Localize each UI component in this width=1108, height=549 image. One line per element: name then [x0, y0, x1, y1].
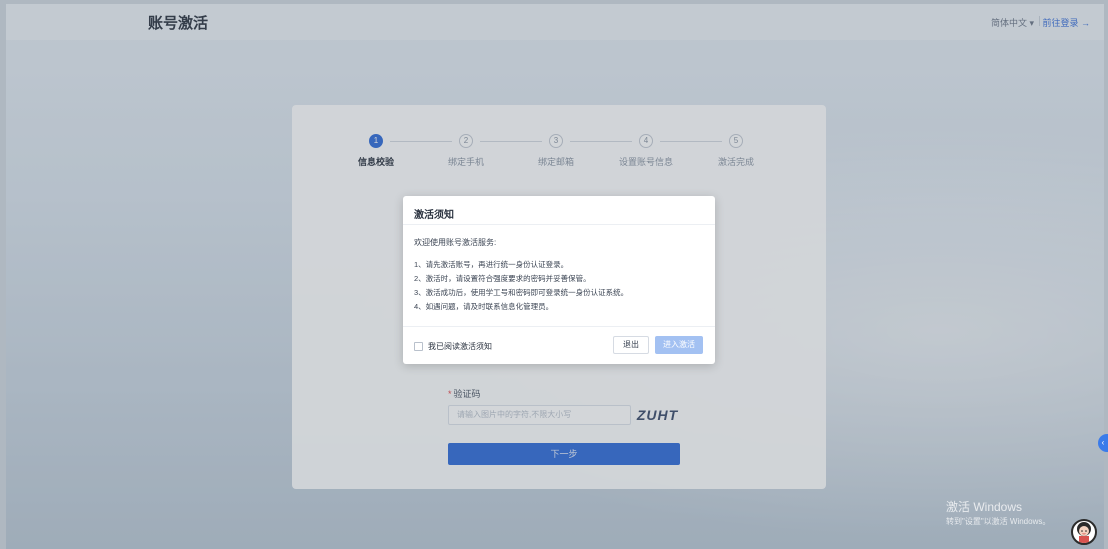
list-item: 3、激活成功后，使用学工号和密码即可登录统一身份认证系统。 — [414, 288, 629, 297]
enter-activation-button[interactable]: 进入激活 — [655, 336, 703, 354]
notice-list: 1、请先激活账号，再进行统一身份认证登录。 2、激活时，请设置符合强度要求的密码… — [414, 258, 628, 314]
assistant-avatar-icon[interactable] — [1071, 519, 1097, 545]
agree-label: 我已阅读激活须知 — [428, 342, 492, 351]
list-item: 4、如遇问题，请及时联系信息化管理员。 — [414, 302, 554, 311]
watermark-subtitle: 转到"设置"以激活 Windows。 — [946, 517, 1051, 526]
activation-notice-dialog: 激活须知 欢迎使用账号激活服务: 1、请先激活账号，再进行统一身份认证登录。 2… — [403, 196, 715, 364]
agree-checkbox[interactable] — [414, 342, 423, 351]
list-item: 2、激活时，请设置符合强度要求的密码并妥善保管。 — [414, 274, 591, 283]
list-item: 1、请先激活账号，再进行统一身份认证登录。 — [414, 260, 569, 269]
exit-button[interactable]: 退出 — [613, 336, 649, 354]
dialog-intro: 欢迎使用账号激活服务: — [414, 238, 497, 247]
windows-activation-watermark: 激活 Windows 转到"设置"以激活 Windows。 — [946, 498, 1050, 527]
watermark-title: 激活 Windows — [946, 500, 1023, 514]
dialog-title: 激活须知 — [414, 210, 454, 221]
divider — [403, 326, 715, 327]
agree-checkbox-row[interactable]: 我已阅读激活须知 — [414, 341, 492, 352]
divider — [403, 224, 715, 225]
